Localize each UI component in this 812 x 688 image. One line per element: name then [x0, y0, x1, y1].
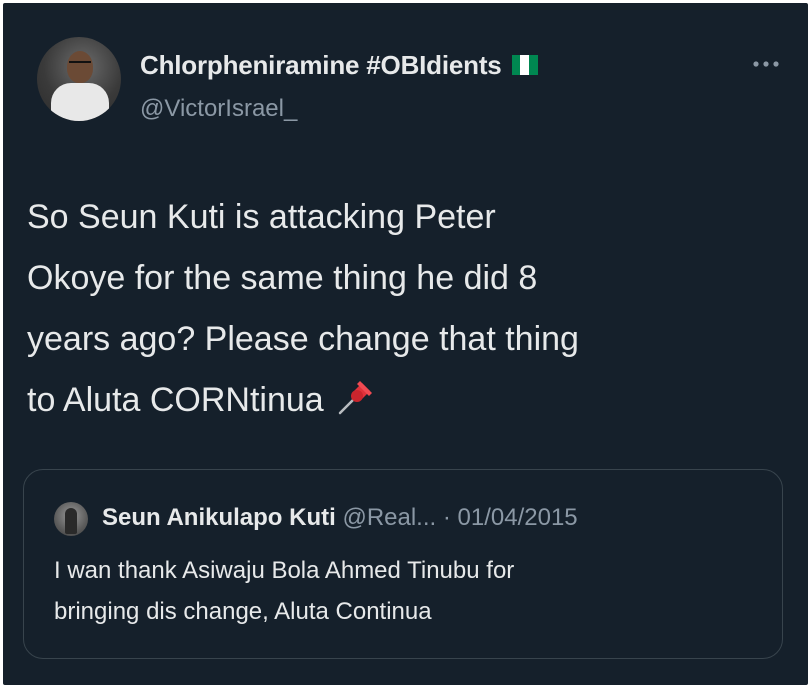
author-handle[interactable]: @VictorIsrael_ [140, 95, 297, 123]
quoted-line: I wan thank Asiwaju Bola Ahmed Tinubu fo… [54, 557, 515, 584]
quoted-body: I wan thank Asiwaju Bola Ahmed Tinubu fo… [54, 550, 514, 632]
tweet-line-last: to Aluta CORNtinua [27, 370, 787, 431]
quoted-header: Seun Anikulapo Kuti @Real... · 01/04/201… [102, 504, 578, 532]
avatar-shirt [51, 83, 109, 121]
quoted-date: 01/04/2015 [457, 504, 578, 531]
pushpin-icon [338, 381, 372, 415]
tweet-line: Okoye for the same thing he did 8 [27, 259, 538, 297]
quoted-tweet[interactable]: Seun Anikulapo Kuti @Real... · 01/04/201… [23, 469, 783, 659]
quoted-display-name: Seun Anikulapo Kuti [102, 504, 336, 531]
tweet-line: years ago? Please change that thing [27, 320, 579, 358]
author-display-name-text: Chlorpheniramine #OBIdients [140, 50, 502, 80]
quoted-handle: @Real... [342, 504, 437, 531]
tweet-line-text: to Aluta CORNtinua [27, 381, 324, 419]
tweet-body: So Seun Kuti is attacking Peter Okoye fo… [27, 187, 787, 431]
avatar-glasses [69, 61, 91, 68]
flag-stripe-middle [520, 55, 529, 76]
author-display-name[interactable]: Chlorpheniramine #OBIdients [140, 50, 538, 81]
nigeria-flag-icon [511, 55, 538, 76]
quoted-author-avatar [54, 502, 88, 536]
quoted-avatar-figure [65, 508, 77, 534]
quoted-line: bringing dis change, Aluta Continua [54, 598, 432, 625]
flag-stripe-right [528, 55, 538, 76]
tweet-line: So Seun Kuti is attacking Peter [27, 198, 496, 236]
ellipsis-icon[interactable] [751, 59, 781, 69]
flag-stripe-left [511, 55, 521, 76]
author-avatar[interactable] [37, 37, 121, 121]
quoted-separator: · [442, 504, 451, 531]
tweet-card: Chlorpheniramine #OBIdients @VictorIsrae… [3, 3, 808, 685]
